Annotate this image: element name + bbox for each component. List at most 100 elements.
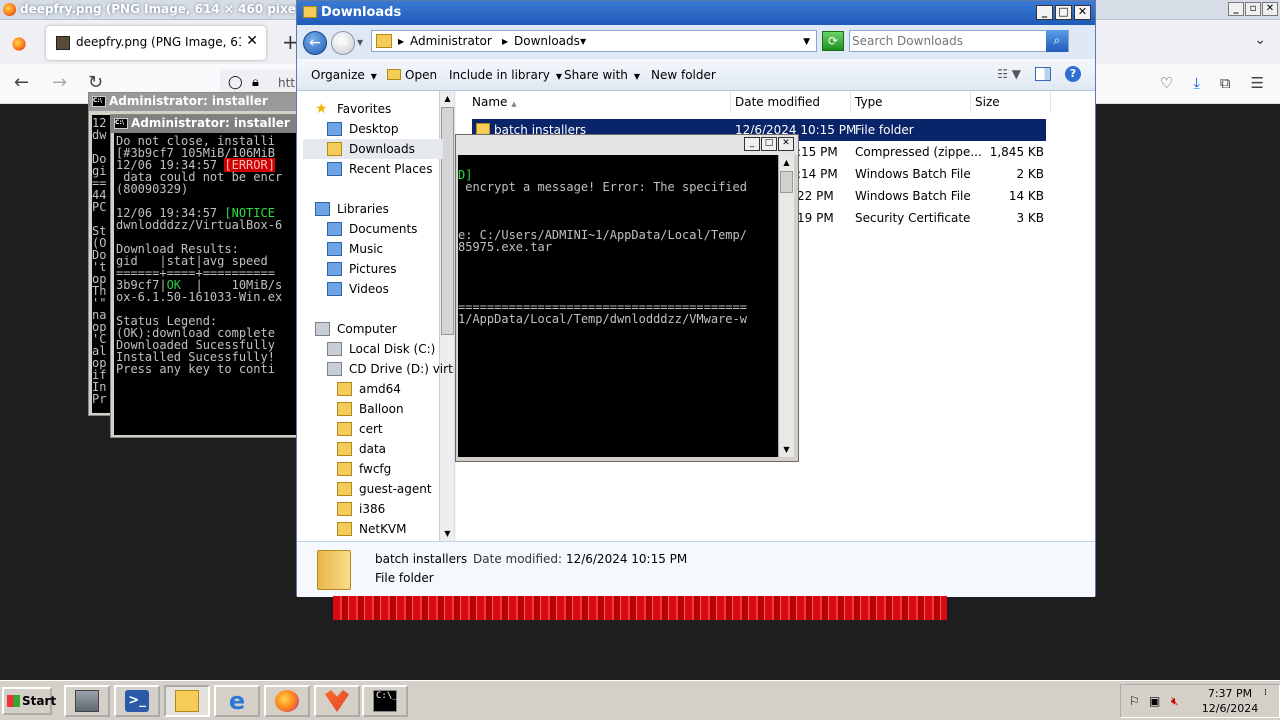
explorer-taskbar-button[interactable]: [164, 685, 210, 717]
powershell-taskbar-button[interactable]: >_: [114, 685, 160, 717]
minimize-button[interactable]: _: [1228, 2, 1244, 16]
open-button[interactable]: Open: [387, 68, 437, 82]
nav-item-documents[interactable]: Documents: [303, 219, 443, 239]
console-mid-titlebar[interactable]: _ □ ✕: [456, 135, 798, 155]
include-in-library-button[interactable]: Include in library ▼: [449, 68, 562, 82]
tab-deepfry[interactable]: deepfry.png (PNG Image, 614 × 460 ✕: [46, 26, 266, 60]
nav-item-computer[interactable]: Computer: [303, 319, 443, 339]
nav-item-amd64[interactable]: amd64: [303, 379, 443, 399]
nav-item-fwcfg[interactable]: fwcfg: [303, 459, 443, 479]
restore-button[interactable]: ▫: [1245, 2, 1261, 16]
console-front-titlebar[interactable]: C:\ Administrator: installer: [111, 115, 297, 133]
explorer-titlebar[interactable]: Downloads _ □ ✕: [297, 1, 1095, 25]
action-center-flag-icon[interactable]: ⚐: [1129, 694, 1140, 708]
nav-item-videos[interactable]: Videos: [303, 279, 443, 299]
organize-button[interactable]: Organize ▼: [311, 68, 377, 82]
console-mid-scrollbar[interactable]: ▲ ▼: [778, 155, 794, 457]
history-dropdown-icon[interactable]: ▼: [357, 38, 363, 47]
refresh-button[interactable]: ⟳: [822, 31, 844, 51]
column-name[interactable]: Name ▲: [456, 91, 731, 113]
chevron-icon[interactable]: ▶: [398, 37, 404, 46]
nav-item-local-disk-c[interactable]: Local Disk (C:): [303, 339, 443, 359]
reload-icon[interactable]: ↻: [88, 72, 103, 93]
address-bar[interactable]: ▶ Administrator ▶ Downloads ▼ ▼: [371, 30, 817, 52]
cmd-taskbar-button[interactable]: C:\_: [362, 685, 408, 717]
search-box[interactable]: ⌕: [849, 30, 1069, 52]
column-type[interactable]: Type: [851, 91, 971, 113]
nav-item-data[interactable]: data: [303, 439, 443, 459]
folder-icon: [303, 6, 317, 18]
start-button[interactable]: Start: [2, 687, 56, 715]
column-name-label: Name: [472, 95, 508, 109]
close-button[interactable]: ✕: [1074, 5, 1091, 20]
clock-time[interactable]: 7:37 PM: [1201, 687, 1259, 700]
nav-item-favorites[interactable]: ★ Favorites: [303, 99, 443, 119]
gitlab-taskbar-button[interactable]: [314, 685, 360, 717]
breadcrumb-downloads[interactable]: Downloads: [514, 34, 580, 48]
back-arrow-icon[interactable]: ←: [14, 72, 29, 93]
server-manager-taskbar-button[interactable]: [64, 685, 110, 717]
scroll-up-icon[interactable]: ▲: [779, 155, 794, 170]
tab-close-button[interactable]: ✕: [246, 33, 258, 49]
details-modified-value: 12/6/2024 10:15 PM: [565, 552, 688, 566]
nav-item-i386[interactable]: i386: [303, 499, 443, 519]
scroll-thumb[interactable]: [780, 171, 793, 193]
minimize-button[interactable]: _: [1036, 5, 1053, 20]
console-window-mid[interactable]: _ □ ✕ D] encrypt a message! Error: The s…: [455, 134, 799, 462]
nav-item-libraries[interactable]: Libraries: [303, 199, 443, 219]
nav-item-pictures[interactable]: Pictures: [303, 259, 443, 279]
pocket-icon[interactable]: ♡: [1160, 74, 1173, 92]
search-input[interactable]: [852, 32, 1042, 50]
scroll-down-icon[interactable]: ▼: [779, 442, 794, 457]
nav-item-music[interactable]: Music: [303, 239, 443, 259]
clock-date[interactable]: 12/6/2024: [1201, 702, 1259, 715]
column-size[interactable]: Size: [971, 91, 1051, 113]
maximize-button[interactable]: □: [1055, 5, 1072, 20]
nav-item-cert[interactable]: cert: [303, 419, 443, 439]
nav-item-recent-places[interactable]: Recent Places: [303, 159, 443, 179]
nav-item-balloon[interactable]: Balloon: [303, 399, 443, 419]
chevron-icon[interactable]: ▶: [502, 37, 508, 46]
chevron-down-icon[interactable]: ▼: [580, 37, 586, 46]
close-button[interactable]: ✕: [778, 137, 794, 151]
menu-icon[interactable]: ☰: [1251, 74, 1264, 92]
forward-arrow-icon[interactable]: →: [52, 72, 67, 93]
console-back-titlebar[interactable]: C:\ Administrator: installer: [89, 93, 297, 111]
nav-item-cd-drive-d-virtio[interactable]: CD Drive (D:) virtio: [303, 359, 454, 379]
minimize-button[interactable]: _: [744, 137, 760, 151]
back-button[interactable]: ←: [303, 31, 327, 55]
share-with-button[interactable]: Share with ▼: [564, 68, 640, 82]
network-icon[interactable]: ▣: [1149, 694, 1160, 708]
extensions-icon[interactable]: ⧉: [1220, 74, 1231, 92]
downloads-icon[interactable]: ⤓: [1193, 74, 1200, 92]
console-line: ox-6.1.50-161033-Win.ex: [116, 291, 298, 303]
nav-item-guest-agent[interactable]: guest-agent: [303, 479, 443, 499]
list-tabs-icon[interactable]: ⌄: [1254, 32, 1266, 48]
column-date-modified[interactable]: Date modified: [731, 91, 851, 113]
maximize-button[interactable]: □: [761, 137, 777, 151]
show-desktop-icon[interactable]: ⁞: [1264, 688, 1267, 698]
organize-label: Organize: [311, 68, 365, 82]
search-icon[interactable]: ⌕: [1046, 30, 1068, 52]
nav-item-netkvm[interactable]: NetKVM: [303, 519, 443, 539]
preview-pane-icon[interactable]: [1035, 67, 1051, 81]
explorer-toolbar: Organize ▼ Open Include in library ▼ Share…: [297, 59, 1095, 91]
breadcrumb-administrator[interactable]: Administrator: [410, 34, 492, 48]
firefox-view-icon[interactable]: [12, 37, 26, 51]
firefox-taskbar-button[interactable]: [264, 685, 310, 717]
forward-button[interactable]: →: [331, 31, 355, 55]
nav-item-desktop[interactable]: Desktop: [303, 119, 443, 139]
address-dropdown-icon[interactable]: ▼: [803, 37, 810, 47]
ie-taskbar-button[interactable]: e: [214, 685, 260, 717]
firefox-icon: [275, 690, 299, 712]
console-window-front[interactable]: C:\ Administrator: installer Do not clos…: [110, 114, 298, 438]
volume-muted-icon[interactable]: 🔇︎: [1171, 694, 1179, 709]
help-icon[interactable]: ?: [1065, 66, 1081, 82]
close-button[interactable]: ✕: [1262, 2, 1278, 16]
view-options-icon[interactable]: ☷ ▼: [997, 67, 1021, 81]
new-folder-button[interactable]: New folder: [651, 68, 716, 82]
file-size: 14 KB: [1008, 189, 1044, 203]
nav-item-downloads[interactable]: Downloads: [303, 139, 443, 159]
console-text: (80090329): [116, 182, 189, 196]
